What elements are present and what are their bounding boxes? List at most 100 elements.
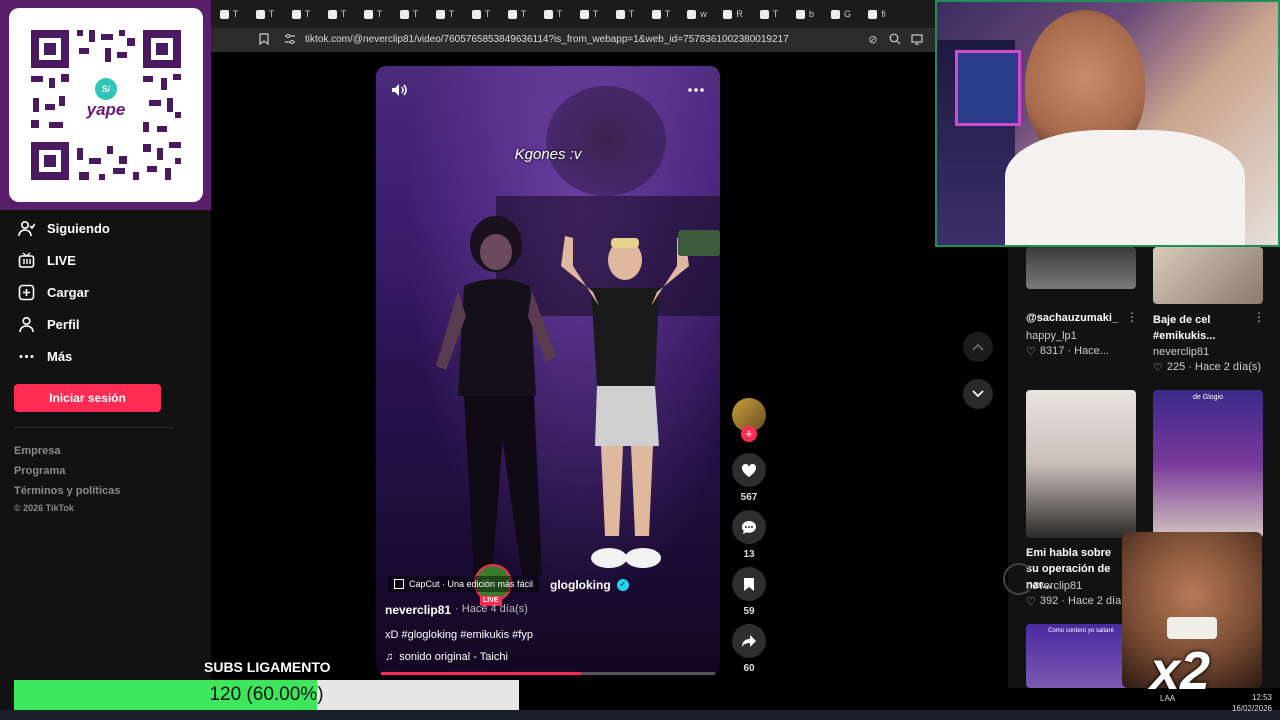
tab-label: T [484,9,491,19]
live-icon [18,251,35,269]
login-button[interactable]: Iniciar sesión [14,384,161,412]
tab-favicon-icon [399,9,409,19]
video-thumbnail[interactable] [1153,247,1263,304]
browser-tab[interactable]: T [607,0,643,28]
tab-favicon-icon [255,9,265,19]
dancer-figure-right [561,236,689,568]
footer-link-program[interactable]: Programa [14,465,65,477]
browser-tab[interactable]: G [823,0,859,28]
subs-goal-text: 120 (60.00%) [209,684,324,705]
tab-label: T [556,9,563,19]
author-name[interactable]: neverclip81 [385,603,451,617]
like-button[interactable] [732,453,766,487]
sidebar-item-label: Más [47,348,73,364]
sidebar-item-following[interactable]: Siguiendo [18,215,110,241]
tab-favicon-icon [471,9,481,19]
video-thumbnail[interactable]: Como cordero yo saltaré [1026,624,1136,688]
sidebar-item-upload[interactable]: Cargar [18,279,89,305]
webcam-border [935,0,1280,247]
browser-tab[interactable]: T [463,0,499,28]
card-user[interactable]: happy_lp1 [1026,330,1077,342]
yape-badge: S/ [95,78,117,100]
browser-tab[interactable]: T [391,0,427,28]
volume-icon[interactable] [390,81,408,99]
more-options-icon[interactable] [686,81,706,99]
following-icon [18,220,35,237]
like-count: 567 [740,492,758,503]
capcut-icon [394,579,404,589]
card-more-icon[interactable]: ⋮ [1253,310,1265,324]
sidebar-item-more[interactable]: Más [18,343,72,369]
tab-label: T [232,9,239,19]
cast-icon[interactable] [910,33,924,47]
video-player[interactable]: Kgones :v LIVE CapCut · Una edición más … [376,66,720,676]
browser-tab-strip: T T T T T T T T T T T T Tw R Tb Gfi [211,0,935,28]
browser-tab[interactable]: b [787,0,823,28]
video-thumbnail[interactable]: de Glogio [1153,390,1263,538]
card-title[interactable]: Baje de cel #emikukis... [1153,312,1257,344]
follow-plus-icon[interactable]: + [741,426,757,442]
input-language[interactable]: LAA [1160,694,1175,703]
live-username[interactable]: glogloking ✓ [550,578,629,592]
browser-tab[interactable]: fi [859,0,895,28]
sound-label: sonido original - Taichi [399,651,508,663]
card-meta: ♡ 392 · Hace 2 día [1026,595,1121,608]
donation-qr-overlay: S/ yape [0,0,211,210]
browser-tab[interactable]: T [571,0,607,28]
browser-tab[interactable]: T [535,0,571,28]
tab-label: T [340,9,347,19]
sidebar-divider [14,427,174,428]
tab-favicon-icon [687,9,697,19]
live-username-text: glogloking [550,578,611,592]
video-meta: neverclip81 · Hace 4 día(s) [385,603,528,617]
browser-tab[interactable]: T [211,0,247,28]
capcut-tag[interactable]: CapCut · Una edición más fácil [388,576,540,592]
tab-favicon-icon [291,9,301,19]
bookmark-icon[interactable] [257,33,271,47]
tab-favicon-icon [723,9,733,19]
mute-tab-icon[interactable]: ⊘ [866,33,880,47]
sound-row[interactable]: ♫ sonido original - Taichi [385,651,508,663]
tab-favicon-icon [868,9,878,19]
sidebar-item-profile[interactable]: Perfil [18,311,80,337]
site-settings-icon[interactable] [283,33,297,47]
copyright-text: © 2026 TikTok [14,503,74,513]
sidebar-item-live[interactable]: LIVE [18,247,76,273]
card-title[interactable]: @sachauzumaki_ [1026,312,1126,324]
zoom-icon[interactable] [888,33,902,47]
browser-tab[interactable]: T [355,0,391,28]
post-time: · Hace 4 día(s) [455,603,528,615]
comment-button[interactable] [732,510,766,544]
browser-tab[interactable]: T [247,0,283,28]
address-bar: tiktok.com/@neverclip81/video/7605765853… [211,28,935,52]
tab-favicon-icon [795,9,805,19]
tab-label: T [772,9,779,19]
video-thumbnail[interactable] [1026,247,1136,289]
tab-label: T [304,9,311,19]
footer-link-terms[interactable]: Términos y políticas [14,485,120,497]
browser-tab[interactable]: R [715,0,751,28]
browser-tab[interactable]: T [319,0,355,28]
save-button[interactable] [732,567,766,601]
browser-tab[interactable]: T [751,0,787,28]
share-button[interactable] [732,624,766,658]
browser-tab[interactable]: w [679,0,715,28]
browser-tab[interactable]: T [427,0,463,28]
next-video-button[interactable] [963,379,993,409]
url-field[interactable]: tiktok.com/@neverclip81/video/7605765853… [305,28,789,52]
card-more-icon[interactable]: ⋮ [1126,310,1138,324]
heart-icon [741,463,757,477]
footer-link-company[interactable]: Empresa [14,445,60,457]
tab-favicon-icon [615,9,625,19]
card-user[interactable]: neverclip81 [1153,346,1209,358]
previous-video-button[interactable] [963,332,993,362]
browser-tab[interactable]: T [499,0,535,28]
share-icon [742,635,756,647]
tab-favicon-icon [327,9,337,19]
browser-tab[interactable]: T [283,0,319,28]
taskbar-clock[interactable]: 12:53 16/02/2026 [1228,692,1272,714]
video-thumbnail[interactable] [1026,390,1136,538]
browser-tab[interactable]: T [643,0,679,28]
music-note-icon: ♫ [385,651,394,663]
tab-label: T [520,9,527,19]
